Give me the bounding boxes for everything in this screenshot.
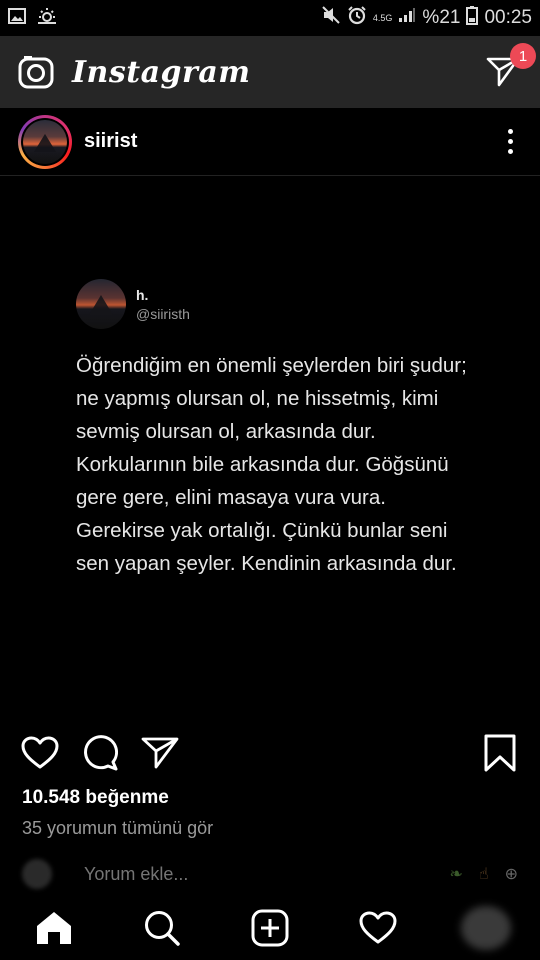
tweet-header: h. @siiristh bbox=[76, 279, 190, 329]
notification-badge: 1 bbox=[510, 43, 536, 69]
clock: 00:25 bbox=[484, 7, 532, 28]
avatar bbox=[22, 859, 52, 889]
add-comment-row: ❧ ☝ ⊕ bbox=[0, 852, 540, 896]
profile-tab[interactable] bbox=[461, 903, 511, 953]
story-ring[interactable] bbox=[18, 114, 72, 169]
avatar bbox=[23, 119, 67, 164]
tweet-names: h. @siiristh bbox=[136, 287, 190, 322]
tweet-avatar bbox=[76, 279, 126, 329]
view-all-comments-link[interactable]: 35 yorumun tümünü gör bbox=[22, 818, 213, 839]
add-post-icon[interactable] bbox=[245, 903, 295, 953]
post-image[interactable]: h. @siiristh Öğrendiğim en önemli şeyler… bbox=[0, 177, 540, 717]
like-count[interactable]: 10.548 beğenme bbox=[22, 787, 169, 809]
signal-icon bbox=[398, 7, 416, 29]
more-options-icon[interactable] bbox=[498, 122, 522, 162]
add-emoji-icon[interactable]: ⊕ bbox=[505, 864, 518, 884]
direct-message-button[interactable]: 1 bbox=[484, 43, 536, 91]
send-icon[interactable] bbox=[140, 733, 180, 773]
hand-emoji-icon[interactable]: ☝ bbox=[479, 864, 489, 884]
app-header: Instagram 1 bbox=[0, 36, 540, 108]
status-bar-left bbox=[8, 7, 58, 30]
post-username[interactable]: siirist bbox=[84, 130, 137, 153]
app-logo: Instagram bbox=[72, 54, 251, 90]
tweet-text: Öğrendiğim en önemli şeylerden biri şudu… bbox=[76, 354, 467, 575]
post-header: siirist bbox=[0, 108, 540, 176]
mute-icon bbox=[321, 6, 341, 30]
home-icon[interactable] bbox=[29, 903, 79, 953]
status-bar: 4.5G %21 00:25 bbox=[0, 0, 540, 36]
comment-input[interactable] bbox=[84, 863, 284, 885]
heart-icon[interactable] bbox=[20, 733, 60, 773]
status-bar-right: 4.5G %21 00:25 bbox=[321, 5, 532, 31]
search-icon[interactable] bbox=[137, 903, 187, 953]
quick-emoji-bar: ❧ ☝ ⊕ bbox=[449, 864, 518, 884]
gallery-notification-icon bbox=[8, 7, 26, 29]
bottom-navigation bbox=[0, 896, 540, 960]
activity-heart-icon[interactable] bbox=[353, 903, 403, 953]
network-type: 4.5G bbox=[372, 12, 393, 23]
post-actions bbox=[0, 730, 540, 776]
leaf-emoji-icon[interactable]: ❧ bbox=[449, 864, 462, 884]
avatar-border bbox=[21, 117, 69, 166]
avatar bbox=[461, 906, 511, 950]
bookmark-icon[interactable] bbox=[480, 733, 520, 773]
battery-percent: %21 bbox=[422, 7, 461, 28]
tweet-author-handle: @siiristh bbox=[136, 305, 190, 322]
brightness-notification-icon bbox=[36, 7, 58, 30]
battery-icon bbox=[466, 5, 479, 31]
comment-icon[interactable] bbox=[80, 733, 120, 773]
tweet-author-name: h. bbox=[136, 286, 149, 303]
camera-icon[interactable] bbox=[18, 55, 54, 89]
alarm-icon bbox=[347, 5, 367, 31]
